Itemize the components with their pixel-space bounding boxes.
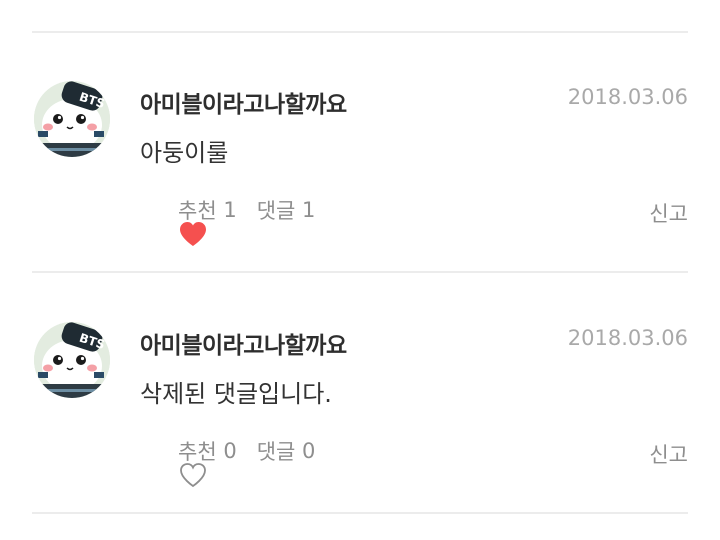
avatar[interactable]: BTS (34, 81, 110, 157)
comment-item: BTS 아미블이라고나할까요 2018.03.06 삭제된 댓글입니다. 추천 … (0, 322, 720, 526)
heart-filled-icon[interactable] (138, 196, 207, 246)
comment-content: 삭제된 댓글입니다. (140, 380, 332, 408)
comment-date: 2018.03.06 (567, 326, 688, 350)
comment-item: BTS 아미블이라고나할까요 2018.03.06 아둥이룰 추천 1 댓글 1 (0, 81, 720, 285)
reply-count: 0 (302, 439, 316, 463)
like-count: 0 (223, 439, 237, 463)
report-button[interactable]: 신고 (649, 198, 688, 228)
reply-label[interactable]: 댓글 (257, 436, 296, 466)
report-button[interactable]: 신고 (649, 439, 688, 469)
reply-label[interactable]: 댓글 (257, 195, 296, 225)
like-label[interactable]: 추천 (178, 195, 217, 225)
comment-content: 아둥이룰 (140, 139, 229, 167)
comment-actions: 추천 1 댓글 1 (138, 195, 316, 246)
bottom-divider (32, 512, 688, 514)
top-divider (32, 31, 688, 33)
comment-date: 2018.03.06 (567, 85, 688, 109)
heart-outline-icon[interactable] (138, 437, 206, 488)
comment-actions: 추천 0 댓글 0 (138, 436, 316, 488)
comment-author[interactable]: 아미블이라고나할까요 (140, 85, 347, 119)
like-count: 1 (223, 198, 237, 222)
avatar[interactable]: BTS (34, 322, 110, 398)
comment-divider (32, 271, 688, 273)
comment-author[interactable]: 아미블이라고나할까요 (140, 326, 347, 360)
like-label[interactable]: 추천 (178, 436, 217, 466)
reply-count: 1 (302, 198, 316, 222)
